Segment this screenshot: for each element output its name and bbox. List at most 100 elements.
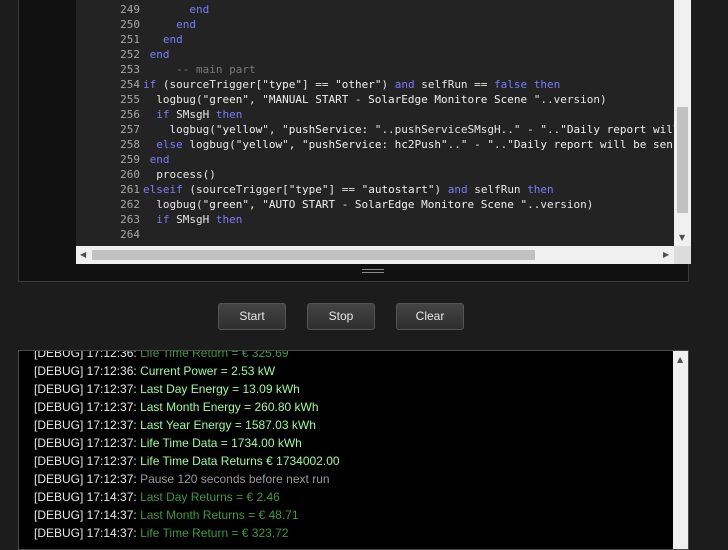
code-token: ] ==	[301, 78, 336, 91]
log-prefix: [DEBUG] 17:14:37:	[34, 526, 137, 540]
code-token: logbug(	[143, 198, 203, 211]
code-line[interactable]: 257 logbug("yellow", "pushService: "..pu…	[76, 122, 674, 137]
log-line: [DEBUG] 17:12:37: Last Month Energy = 26…	[34, 398, 319, 416]
horizontal-scroll-thumb[interactable]	[92, 250, 535, 260]
code-token: else	[156, 138, 183, 151]
code-token: then	[527, 183, 554, 196]
code-token: if	[156, 213, 170, 226]
log-prefix: [DEBUG] 17:12:36:	[34, 364, 137, 378]
code-line[interactable]: 252 end	[76, 47, 170, 62]
code-line[interactable]: 261 elseif (sourceTrigger["type"] == "aut…	[76, 182, 554, 197]
code-token: selfRun ==	[414, 78, 495, 91]
log-message: Last Month Energy = 260.80 kWh	[140, 400, 319, 414]
code-line[interactable]: 264	[76, 227, 170, 242]
code-token: if	[143, 78, 157, 91]
log-line: [DEBUG] 17:14:37: Last Day Returns = € 2…	[34, 488, 280, 506]
line-number: 252	[120, 48, 140, 61]
code-token: then	[215, 108, 243, 121]
code-token: "type"	[288, 183, 329, 196]
code-token: "Daily report will	[560, 123, 674, 136]
start-button[interactable]: Start	[218, 303, 286, 330]
log-scrollbar[interactable]: ▲	[673, 351, 688, 549]
code-line[interactable]: 262 logbug("green", "AUTO START - SolarE…	[76, 197, 593, 212]
line-number: 251	[120, 33, 140, 46]
code-editor[interactable]: 248 fibaro:sleep(refresh*1000)249 end250…	[76, 0, 691, 264]
log-line: [DEBUG] 17:12:37: Life Time Data Returns…	[34, 452, 340, 470]
line-number: 263	[120, 213, 140, 226]
clear-button[interactable]: Clear	[396, 303, 464, 330]
vertical-scrollbar[interactable]: ▼	[674, 0, 691, 246]
code-token: end	[149, 48, 170, 61]
code-line[interactable]: 258 else logbug("yellow", "pushService: …	[76, 137, 673, 152]
code-token: and	[394, 78, 415, 91]
code-token: logbug(	[143, 93, 203, 106]
line-number: 259	[120, 153, 140, 166]
code-token: -- main part	[176, 63, 256, 76]
code-token: )	[381, 78, 395, 91]
log-prefix: [DEBUG] 17:12:37:	[34, 472, 137, 486]
log-line: [DEBUG] 17:12:37: Last Year Energy = 158…	[34, 416, 316, 434]
scroll-right-icon[interactable]: ▶	[663, 251, 669, 259]
log-prefix: [DEBUG] 17:12:37:	[34, 454, 137, 468]
log-line: [DEBUG] 17:14:37: Life Time Return = € 3…	[34, 524, 289, 542]
code-token: if	[156, 108, 170, 121]
code-token: end	[176, 18, 196, 31]
log-prefix: [DEBUG] 17:14:37:	[34, 490, 137, 504]
resize-grip-icon[interactable]	[362, 267, 384, 275]
line-number: 262	[120, 198, 140, 211]
log-message: Life Time Data Returns € 1734002.00	[140, 454, 340, 468]
log-line: [DEBUG] 17:12:36: Current Power = 2.53 k…	[34, 362, 275, 380]
line-number: 258	[120, 138, 140, 151]
code-token: end	[149, 153, 170, 166]
code-area[interactable]: 248 fibaro:sleep(refresh*1000)249 end250…	[76, 0, 674, 246]
code-token: SMsgH	[169, 213, 216, 226]
code-line[interactable]: 255 logbug("green", "MANUAL START - Sola…	[76, 92, 606, 107]
log-message: Current Power = 2.53 kW	[140, 364, 276, 378]
code-line[interactable]: 250 end	[76, 17, 196, 32]
code-token: process()	[143, 168, 216, 181]
code-line[interactable]: 263 if SMsgH then	[76, 212, 242, 227]
code-line[interactable]: 259 end	[76, 152, 170, 167]
code-line[interactable]: 256 if SMsgH then	[76, 107, 242, 122]
log-prefix: [DEBUG] 17:14:37:	[34, 508, 137, 522]
vertical-scroll-thumb[interactable]	[677, 107, 688, 213]
log-message: Life Time Return = € 323.72	[140, 526, 289, 540]
code-token: ..	[494, 138, 508, 151]
line-number: 256	[120, 108, 140, 121]
line-number: 260	[120, 168, 140, 181]
code-line[interactable]: 260 process()	[76, 167, 216, 182]
code-line[interactable]: 254 if (sourceTrigger["type"] == "other")…	[76, 77, 560, 92]
code-token: ..version)	[527, 198, 594, 211]
code-token: ,	[248, 198, 263, 211]
scroll-down-icon[interactable]: ▼	[679, 234, 685, 242]
code-token: end	[189, 3, 210, 16]
code-line[interactable]: 249 end	[76, 2, 209, 17]
scroll-left-icon[interactable]: ◀	[80, 251, 86, 259]
code-token: "autostart"	[361, 183, 435, 196]
scroll-up-icon[interactable]: ▲	[677, 356, 683, 364]
line-number: 253	[120, 63, 140, 76]
code-token: "yellow"	[235, 138, 289, 151]
editor-panel: 248 fibaro:sleep(refresh*1000)249 end250…	[18, 0, 691, 282]
log-message: Last Day Energy = 13.09 kWh	[140, 382, 300, 396]
stop-button[interactable]: Stop	[307, 303, 375, 330]
code-token: "AUTO START - SolarEdge Monitore Scene "	[262, 198, 528, 211]
code-line[interactable]: 251 end	[76, 32, 183, 47]
code-token: ..pushServiceSMsgH..	[381, 123, 514, 136]
code-token: 1000	[348, 0, 375, 1]
log-prefix: [DEBUG] 17:12:36:	[34, 350, 137, 360]
code-token: (sourceTrigger[	[156, 78, 263, 91]
log-message: Life Time Return = € 325.69	[140, 350, 289, 360]
code-line[interactable]: 253 -- main part	[76, 62, 256, 77]
line-number: 257	[120, 123, 140, 136]
horizontal-scrollbar[interactable]: ◀ ▶	[76, 246, 674, 264]
line-number: 254	[120, 78, 140, 91]
code-token: then	[533, 78, 561, 91]
code-token: logbug(	[143, 123, 216, 136]
